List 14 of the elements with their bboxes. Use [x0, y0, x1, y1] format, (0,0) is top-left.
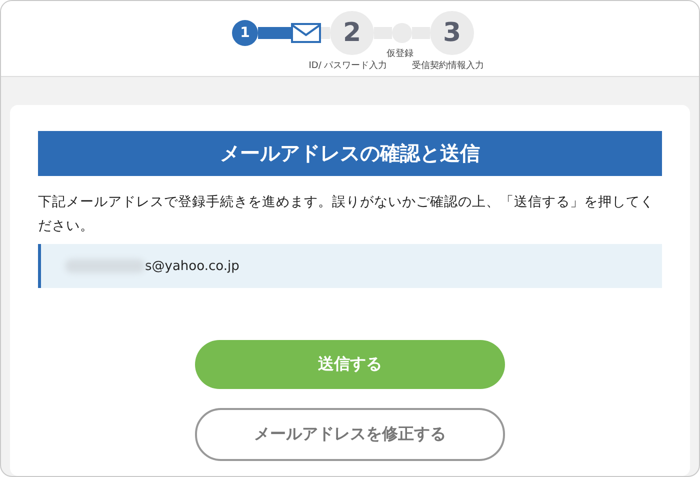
step-number: 1	[232, 20, 258, 46]
email-text: s@yahoo.co.jp	[145, 258, 240, 274]
step-label: ID/ パスワード入力	[308, 60, 388, 72]
step-connector	[321, 27, 330, 39]
progress-fill	[258, 27, 291, 39]
step-number: 2	[330, 11, 374, 55]
edit-email-button[interactable]: メールアドレスを修正する	[195, 408, 505, 461]
step-label: 仮登録	[386, 48, 414, 60]
envelope-icon	[291, 23, 321, 43]
instruction-text: 下記メールアドレスで登録手続きを進めます。誤りがないかご確認の上、「送信する」を押してください。	[38, 193, 655, 236]
step-number: 3	[430, 11, 474, 55]
step-label: 受信契約情報入力	[412, 60, 484, 72]
send-button[interactable]: 送信する	[195, 340, 505, 389]
section-heading: メールアドレスの確認と送信	[38, 131, 662, 176]
